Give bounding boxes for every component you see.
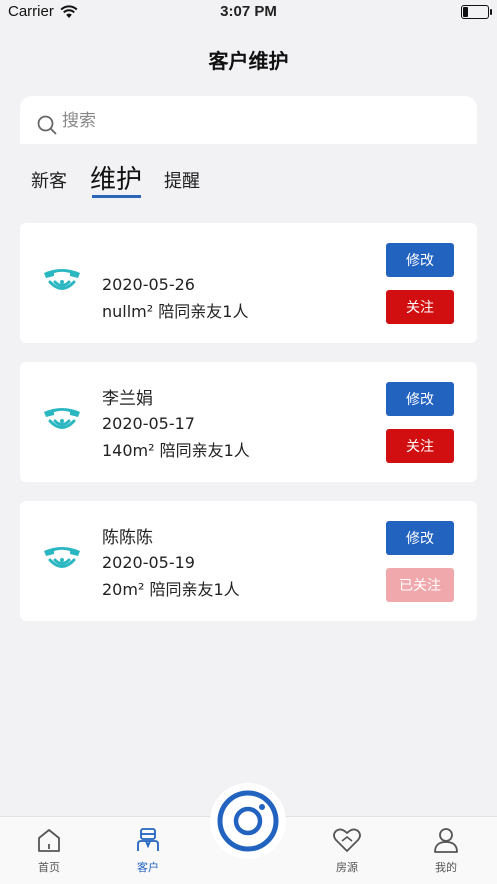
follow-button[interactable]: 关注 bbox=[386, 290, 454, 324]
page-title: 客户维护 bbox=[208, 49, 289, 73]
customer-card[interactable]: 陈陈陈 2020-05-19 20m² 陪同亲友1人 修改 已关注 bbox=[20, 501, 477, 621]
follow-button[interactable]: 关注 bbox=[386, 429, 454, 463]
nav-listings-label: 房源 bbox=[336, 861, 358, 874]
nav-home[interactable]: 首页 bbox=[19, 817, 79, 877]
customer-name: 陈陈陈 bbox=[102, 528, 153, 548]
battery-icon bbox=[461, 5, 492, 19]
customer-card[interactable]: 李兰娟 2020-05-17 140m² 陪同亲友1人 修改 关注 bbox=[20, 362, 477, 482]
tab-reminder[interactable]: 提醒 bbox=[164, 167, 200, 193]
nav-mine-label: 我的 bbox=[435, 861, 457, 874]
customer-icon bbox=[137, 828, 159, 851]
camera-icon bbox=[217, 790, 279, 852]
phone-icon[interactable] bbox=[42, 406, 82, 436]
camera-button[interactable] bbox=[217, 790, 279, 852]
tab-new-customer[interactable]: 新客 bbox=[31, 167, 67, 193]
followed-button[interactable]: 已关注 bbox=[386, 568, 454, 602]
nav-customer[interactable]: 客户 bbox=[118, 817, 178, 877]
nav-mine[interactable]: 我的 bbox=[416, 817, 476, 877]
edit-button[interactable]: 修改 bbox=[386, 521, 454, 555]
status-bar: Carrier 3:07 PM bbox=[0, 0, 497, 26]
customer-info: nullm² 陪同亲友1人 bbox=[102, 302, 249, 321]
customer-tabs: 新客 维护 提醒 bbox=[0, 155, 497, 203]
visit-date: 2020-05-17 bbox=[102, 414, 195, 433]
search-icon bbox=[37, 115, 57, 135]
user-icon bbox=[434, 828, 458, 853]
edit-button[interactable]: 修改 bbox=[386, 243, 454, 277]
search-input[interactable] bbox=[62, 110, 442, 132]
home-icon bbox=[38, 829, 60, 852]
nav-listings[interactable]: 房源 bbox=[317, 817, 377, 877]
customer-info: 20m² 陪同亲友1人 bbox=[102, 580, 240, 599]
phone-icon[interactable] bbox=[42, 545, 82, 575]
phone-icon[interactable] bbox=[42, 267, 82, 297]
customer-name: 李兰娟 bbox=[102, 389, 153, 409]
customer-info: 140m² 陪同亲友1人 bbox=[102, 441, 250, 460]
nav-home-label: 首页 bbox=[38, 861, 60, 874]
edit-button[interactable]: 修改 bbox=[386, 382, 454, 416]
customer-card[interactable]: 2020-05-26 nullm² 陪同亲友1人 修改 关注 bbox=[20, 223, 477, 343]
visit-date: 2020-05-26 bbox=[102, 275, 195, 294]
nav-customer-label: 客户 bbox=[137, 861, 159, 874]
search-bar bbox=[20, 96, 477, 144]
visit-date: 2020-05-19 bbox=[102, 553, 195, 572]
heart-house-icon bbox=[333, 828, 361, 852]
active-tab-indicator bbox=[92, 195, 141, 198]
tab-maintenance[interactable]: 维护 bbox=[90, 159, 142, 196]
status-time: 3:07 PM bbox=[220, 3, 277, 20]
camera-button-wrap bbox=[210, 783, 286, 859]
